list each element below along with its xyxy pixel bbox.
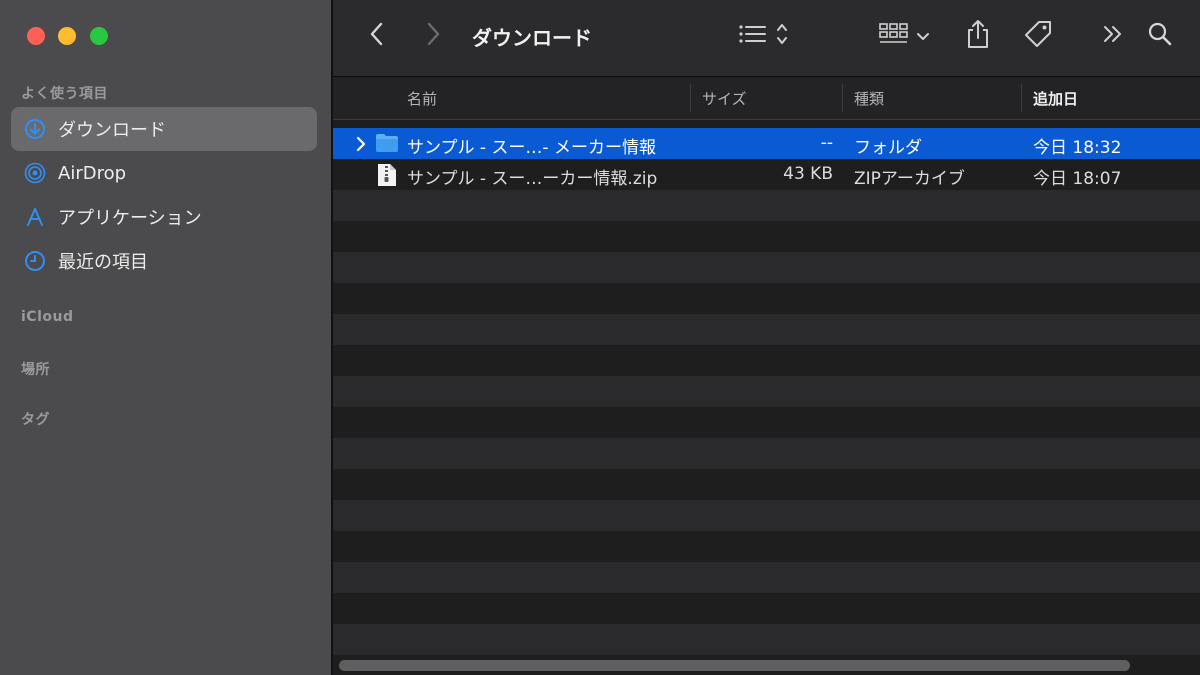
- empty-row: [333, 345, 1200, 376]
- column-header-date-added[interactable]: 追加日: [1033, 88, 1078, 109]
- table-row[interactable]: サンプル - スー…ーカー情報.zip 43 KB ZIPアーカイブ 今日 18…: [333, 159, 1200, 190]
- sidebar-item-downloads[interactable]: ダウンロード: [11, 107, 317, 151]
- scrollbar-thumb[interactable]: [339, 660, 1130, 671]
- column-divider[interactable]: [690, 84, 691, 112]
- file-kind: ZIPアーカイブ: [854, 169, 965, 189]
- file-size: 43 KB: [783, 164, 833, 184]
- sidebar-section-icloud[interactable]: iCloud: [21, 309, 73, 325]
- toolbar: ダウンロード: [333, 0, 1200, 77]
- double-chevron-icon: [1102, 24, 1124, 48]
- file-name: サンプル - スー…- メーカー情報: [407, 138, 656, 158]
- empty-row: [333, 438, 1200, 469]
- empty-row: [333, 500, 1200, 531]
- sidebar-section-favorites: よく使う項目: [21, 86, 108, 102]
- airdrop-icon: [24, 162, 46, 184]
- column-divider[interactable]: [842, 84, 843, 112]
- empty-row: [333, 531, 1200, 562]
- applications-icon: [24, 206, 46, 228]
- file-date-added: 今日 18:07: [1033, 169, 1122, 189]
- tag-button[interactable]: [1021, 20, 1055, 52]
- empty-row: [333, 469, 1200, 500]
- chevron-down-icon: [917, 27, 929, 46]
- search-icon: [1147, 21, 1173, 51]
- sidebar-item-label: AirDrop: [58, 162, 127, 184]
- sidebar-item-label: ダウンロード: [58, 120, 166, 141]
- empty-row: [333, 190, 1200, 221]
- group-button[interactable]: [876, 20, 932, 52]
- file-list: サンプル - スー…- メーカー情報 -- フォルダ 今日 18:32 サンプル…: [333, 128, 1200, 658]
- chevron-left-icon: [369, 21, 385, 51]
- empty-row: [333, 593, 1200, 624]
- minimize-window-button[interactable]: [58, 27, 76, 45]
- sidebar-item-label: 最近の項目: [58, 252, 148, 273]
- forward-button[interactable]: [419, 20, 447, 52]
- list-view-icon: [738, 22, 766, 50]
- sidebar-item-label: アプリケーション: [58, 208, 202, 229]
- empty-row: [333, 407, 1200, 438]
- column-header: 名前 サイズ 種類 追加日: [333, 77, 1200, 120]
- clock-icon: [24, 250, 46, 272]
- empty-row: [333, 376, 1200, 407]
- sidebar: よく使う項目 ダウンロード AirDrop アプリケーション 最近の項目 iCl…: [0, 0, 332, 675]
- table-row[interactable]: サンプル - スー…- メーカー情報 -- フォルダ 今日 18:32: [333, 128, 1200, 159]
- file-kind: フォルダ: [854, 138, 922, 158]
- sidebar-item-airdrop[interactable]: AirDrop: [11, 151, 317, 195]
- back-button[interactable]: [363, 20, 391, 52]
- chevron-up-down-icon: [776, 22, 788, 50]
- grid-group-icon: [879, 22, 909, 50]
- empty-row: [333, 624, 1200, 655]
- tag-icon: [1023, 19, 1053, 53]
- empty-row: [333, 252, 1200, 283]
- disclosure-chevron-icon[interactable]: [355, 136, 367, 156]
- empty-row: [333, 562, 1200, 593]
- empty-row: [333, 283, 1200, 314]
- empty-row: [333, 221, 1200, 252]
- share-button[interactable]: [963, 20, 993, 52]
- column-header-size[interactable]: サイズ: [702, 88, 747, 109]
- sidebar-item-recents[interactable]: 最近の項目: [11, 239, 317, 283]
- file-name: サンプル - スー…ーカー情報.zip: [407, 169, 658, 189]
- file-date-added: 今日 18:32: [1033, 138, 1122, 158]
- sidebar-section-tags[interactable]: タグ: [21, 409, 50, 429]
- file-size: --: [820, 133, 833, 153]
- column-divider[interactable]: [1021, 84, 1022, 112]
- share-icon: [966, 19, 990, 53]
- more-toolbar-button[interactable]: [1100, 20, 1126, 52]
- folder-icon: [375, 132, 399, 158]
- download-circle-icon: [24, 118, 46, 140]
- zip-file-icon: [377, 163, 397, 191]
- close-window-button[interactable]: [27, 27, 45, 45]
- view-options-button[interactable]: [733, 20, 793, 52]
- zoom-window-button[interactable]: [90, 27, 108, 45]
- column-header-name[interactable]: 名前: [407, 88, 437, 109]
- sidebar-item-applications[interactable]: アプリケーション: [11, 195, 317, 239]
- chevron-right-icon: [425, 21, 441, 51]
- horizontal-scrollbar[interactable]: [333, 655, 1200, 675]
- search-button[interactable]: [1145, 20, 1175, 52]
- window-title: ダウンロード: [472, 26, 592, 50]
- empty-row: [333, 314, 1200, 345]
- column-header-kind[interactable]: 種類: [854, 88, 884, 109]
- sidebar-section-locations[interactable]: 場所: [21, 359, 50, 379]
